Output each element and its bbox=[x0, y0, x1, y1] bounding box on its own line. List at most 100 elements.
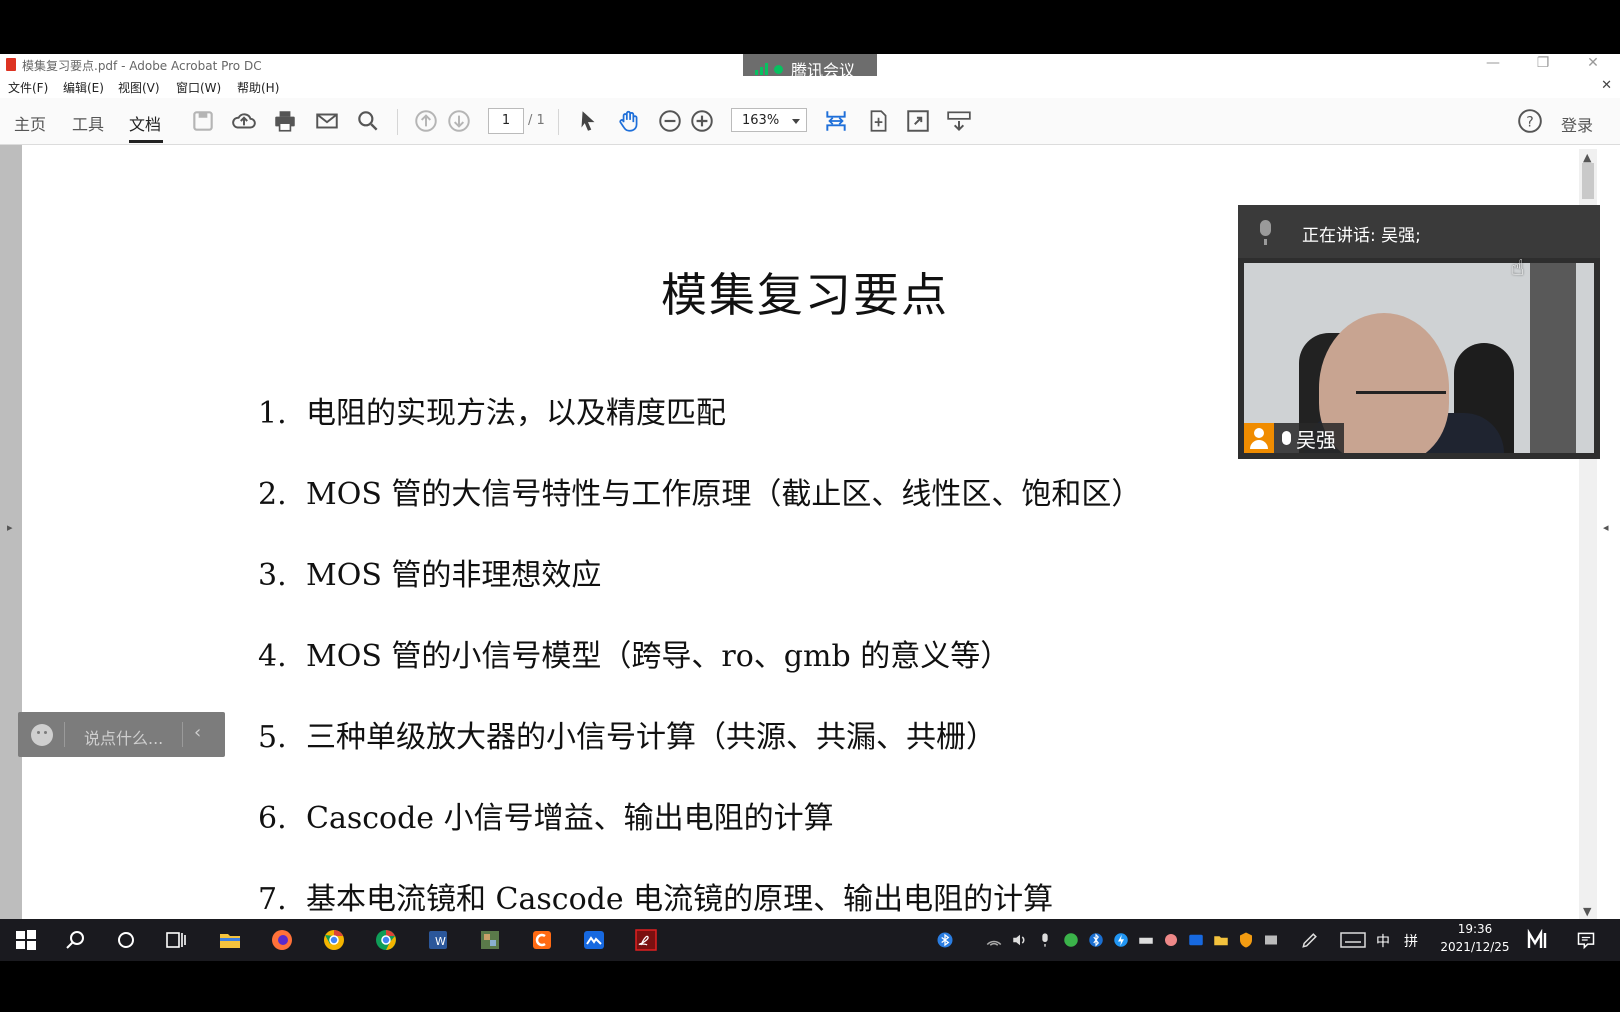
app-tray-icon[interactable] bbox=[1112, 930, 1130, 950]
more-tools-icon[interactable] bbox=[946, 108, 972, 134]
folder-tray-icon[interactable] bbox=[1212, 930, 1230, 950]
upload-cloud-icon[interactable] bbox=[231, 108, 257, 134]
tab-tools[interactable]: 工具 bbox=[72, 111, 104, 135]
scroll-up-icon[interactable]: ▲ bbox=[1583, 151, 1591, 164]
list-item: 5. 三种单级放大器的小信号计算（共源、共漏、共栅） bbox=[258, 720, 996, 755]
scrollbar-thumb[interactable] bbox=[1582, 163, 1594, 199]
page-number-input[interactable]: 1 bbox=[488, 108, 524, 134]
window-title: 模集复习要点.pdf - Adobe Acrobat Pro DC bbox=[22, 59, 262, 73]
left-panel-rail[interactable]: ▸ bbox=[0, 145, 22, 919]
speaker-video-window[interactable]: 正在讲话: 吴强; 吴强 bbox=[1238, 205, 1600, 459]
next-page-icon[interactable] bbox=[446, 108, 472, 134]
list-item: 3. MOS 管的非理想效应 bbox=[258, 558, 602, 593]
page-total: / 1 bbox=[528, 113, 545, 128]
list-item: 7. 基本电流镜和 Cascode 电流镜的原理、输出电阻的计算 bbox=[258, 882, 1054, 917]
flower-tray-icon[interactable] bbox=[1162, 930, 1180, 950]
zoom-select[interactable]: 163% bbox=[731, 108, 807, 132]
ime-language[interactable]: 中 bbox=[1376, 931, 1390, 951]
sync-tray-icon[interactable] bbox=[1062, 930, 1080, 950]
menu-help[interactable]: 帮助(H) bbox=[237, 79, 279, 96]
microphone-icon bbox=[1282, 431, 1291, 445]
windows-start-icon[interactable] bbox=[14, 928, 38, 952]
save-icon[interactable] bbox=[190, 108, 216, 134]
tab-document[interactable]: 文档 bbox=[129, 111, 161, 135]
restore-button[interactable]: ❐ bbox=[1531, 55, 1555, 71]
email-icon[interactable] bbox=[314, 108, 340, 134]
bluetooth-tray-icon[interactable] bbox=[935, 930, 955, 950]
wifi-icon[interactable] bbox=[985, 930, 1003, 950]
toolbar-divider bbox=[558, 109, 559, 135]
app-m-tray-icon[interactable] bbox=[1526, 929, 1552, 951]
comment-input[interactable]: 说点什么... bbox=[84, 725, 163, 749]
acrobat-taskbar-icon[interactable] bbox=[634, 928, 658, 952]
acrobat-file-icon bbox=[6, 58, 16, 71]
list-item: 1. 电阻的实现方法，以及精度匹配 bbox=[258, 396, 726, 431]
firefox-icon[interactable] bbox=[270, 928, 294, 952]
pen-tray-icon[interactable] bbox=[1300, 930, 1320, 950]
print-icon[interactable] bbox=[272, 108, 298, 134]
task-view-icon[interactable] bbox=[164, 928, 188, 952]
network-tray-icon[interactable] bbox=[1137, 930, 1155, 950]
menu-window[interactable]: 窗口(W) bbox=[176, 79, 221, 96]
tencent-meeting-icon[interactable] bbox=[582, 928, 606, 952]
clock-date[interactable]: 2021/12/25 bbox=[1434, 940, 1516, 954]
photos-app-icon[interactable] bbox=[478, 928, 502, 952]
svg-text:W: W bbox=[435, 935, 446, 948]
svg-text:?: ? bbox=[1526, 114, 1533, 130]
menu-view[interactable]: 视图(V) bbox=[118, 79, 160, 96]
zoom-in-icon[interactable] bbox=[689, 108, 715, 134]
tab-home[interactable]: 主页 bbox=[14, 111, 46, 135]
ime-mode[interactable]: 拼 bbox=[1404, 931, 1418, 951]
emoji-icon[interactable] bbox=[31, 724, 53, 746]
hand-tool-icon[interactable] bbox=[616, 108, 642, 134]
tencent-meeting-tray-icon[interactable] bbox=[1187, 930, 1205, 950]
close-button[interactable]: ✕ bbox=[1581, 55, 1605, 71]
volume-icon[interactable] bbox=[1011, 930, 1029, 950]
zoom-out-icon[interactable] bbox=[657, 108, 683, 134]
full-screen-icon[interactable] bbox=[905, 108, 931, 134]
taskbar: W 中 拼 19:36 2021/12/25 bbox=[0, 919, 1620, 961]
minimize-button[interactable]: — bbox=[1481, 55, 1505, 71]
file-explorer-icon[interactable] bbox=[218, 928, 242, 952]
notification-center-icon[interactable] bbox=[1575, 930, 1597, 950]
chrome-icon[interactable] bbox=[374, 928, 398, 952]
chrome-canary-icon[interactable] bbox=[322, 928, 346, 952]
speaking-label: 正在讲话: 吴强; bbox=[1302, 226, 1421, 246]
clock-time[interactable]: 19:36 bbox=[1440, 922, 1510, 936]
participant-name: 吴强 bbox=[1296, 427, 1336, 452]
document-close-button[interactable]: ✕ bbox=[1601, 78, 1612, 93]
previous-page-icon[interactable] bbox=[413, 108, 439, 134]
select-cursor-icon[interactable] bbox=[575, 108, 601, 134]
active-tab-indicator bbox=[129, 140, 163, 143]
expand-left-panel-icon[interactable]: ▸ bbox=[7, 521, 13, 534]
divider bbox=[182, 722, 183, 747]
fit-width-icon[interactable] bbox=[823, 108, 849, 134]
comment-input-bar[interactable]: 说点什么... ‹ bbox=[18, 712, 225, 757]
zoom-value: 163% bbox=[742, 113, 780, 128]
search-icon[interactable] bbox=[355, 108, 381, 134]
cortana-icon[interactable] bbox=[114, 928, 138, 952]
login-link[interactable]: 登录 bbox=[1561, 112, 1593, 136]
avatar-icon bbox=[1244, 423, 1274, 453]
word-icon[interactable]: W bbox=[426, 928, 450, 952]
recording-dot-icon bbox=[774, 64, 783, 74]
menu-edit[interactable]: 编辑(E) bbox=[63, 79, 104, 96]
tools-tray-icon[interactable] bbox=[1262, 930, 1280, 950]
scroll-down-icon[interactable]: ▼ bbox=[1583, 905, 1591, 918]
search-icon[interactable] bbox=[64, 928, 88, 952]
app-c-icon[interactable] bbox=[530, 928, 554, 952]
microphone-tray-icon[interactable] bbox=[1037, 930, 1053, 950]
menu-file[interactable]: 文件(F) bbox=[8, 79, 48, 96]
list-item: 6. Cascode 小信号增益、输出电阻的计算 bbox=[258, 801, 834, 836]
keyboard-icon[interactable] bbox=[1340, 930, 1366, 950]
document-title: 模集复习要点 bbox=[661, 268, 949, 322]
security-shield-icon[interactable] bbox=[1237, 930, 1255, 950]
expand-right-panel-icon[interactable]: ◂ bbox=[1603, 521, 1609, 534]
bluetooth-icon[interactable] bbox=[1087, 930, 1105, 950]
fit-page-icon[interactable] bbox=[865, 108, 891, 134]
help-icon[interactable]: ? bbox=[1517, 108, 1543, 134]
glasses bbox=[1356, 391, 1446, 408]
speaking-indicator-bar: 正在讲话: 吴强; bbox=[1238, 205, 1600, 258]
microphone-icon bbox=[1260, 220, 1271, 245]
collapse-chevron-icon[interactable]: ‹ bbox=[194, 722, 201, 743]
